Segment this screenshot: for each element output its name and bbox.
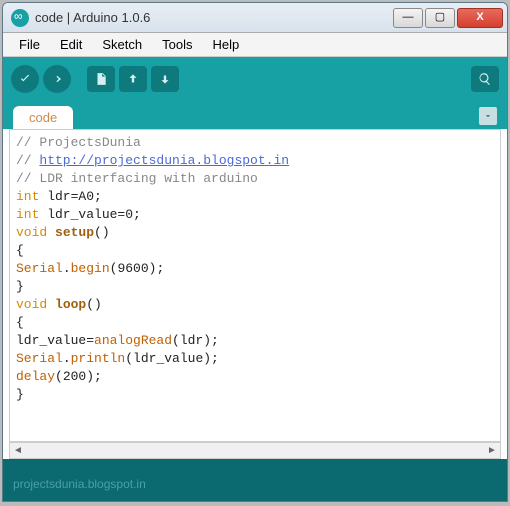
file-icon: [94, 72, 108, 86]
code-text: (ldr_value);: [125, 351, 219, 366]
serial-monitor-button[interactable]: [471, 66, 499, 92]
code-text: (): [94, 225, 110, 240]
class: Serial: [16, 351, 63, 366]
toolbar: [3, 57, 507, 101]
comment: // ProjectsDunia: [16, 135, 141, 150]
arrow-down-icon: [158, 72, 172, 86]
window-title: code | Arduino 1.0.6: [35, 10, 393, 25]
code-text: }: [16, 387, 24, 402]
code-text: ldr_value=0;: [39, 207, 140, 222]
scroll-right-icon[interactable]: ►: [486, 445, 498, 457]
arduino-icon: [11, 9, 29, 27]
code-text: ldr=A0;: [39, 189, 101, 204]
tab-code[interactable]: code: [13, 106, 73, 129]
status-bar: projectsdunia.blogspot.in: [3, 459, 507, 501]
code-text: (): [86, 297, 102, 312]
chevron-down-icon: [483, 111, 493, 121]
minimize-button[interactable]: —: [393, 8, 423, 28]
maximize-button[interactable]: ▢: [425, 8, 455, 28]
save-button[interactable]: [151, 66, 179, 92]
code-text: }: [16, 279, 24, 294]
menubar: File Edit Sketch Tools Help: [3, 33, 507, 57]
search-icon: [478, 72, 492, 86]
code-text: {: [16, 315, 24, 330]
comment-link[interactable]: http://projectsdunia.blogspot.in: [39, 153, 289, 168]
window-controls: — ▢ X: [393, 8, 503, 28]
comment: // http://projectsdunia.blogspot.in: [16, 153, 289, 168]
func-call: delay: [16, 369, 55, 384]
app-window: code | Arduino 1.0.6 — ▢ X File Edit Ske…: [2, 2, 508, 502]
open-button[interactable]: [119, 66, 147, 92]
code-editor[interactable]: // ProjectsDunia // http://projectsdunia…: [10, 130, 500, 440]
menu-tools[interactable]: Tools: [154, 35, 200, 54]
code-text: {: [16, 243, 24, 258]
func: setup: [55, 225, 94, 240]
scroll-left-icon[interactable]: ◄: [12, 445, 24, 457]
code-text: (9600);: [110, 261, 165, 276]
upload-button[interactable]: [43, 65, 71, 93]
titlebar[interactable]: code | Arduino 1.0.6 — ▢ X: [3, 3, 507, 33]
menu-sketch[interactable]: Sketch: [94, 35, 150, 54]
menu-file[interactable]: File: [11, 35, 48, 54]
keyword: int: [16, 189, 39, 204]
arrow-up-icon: [126, 72, 140, 86]
verify-button[interactable]: [11, 65, 39, 93]
code-text: (ldr);: [172, 333, 219, 348]
code-text: (200);: [55, 369, 102, 384]
code-text: ldr_value=: [16, 333, 94, 348]
code-text: .: [63, 351, 71, 366]
method: begin: [71, 261, 110, 276]
keyword: void: [16, 225, 47, 240]
status-text: projectsdunia.blogspot.in: [13, 477, 146, 491]
func: loop: [55, 297, 86, 312]
comment: // LDR interfacing with arduino: [16, 171, 258, 186]
arrow-right-icon: [50, 72, 64, 86]
new-button[interactable]: [87, 66, 115, 92]
menu-edit[interactable]: Edit: [52, 35, 90, 54]
tab-dropdown-button[interactable]: [479, 107, 497, 125]
check-icon: [18, 72, 32, 86]
keyword: int: [16, 207, 39, 222]
code-text: .: [63, 261, 71, 276]
menu-help[interactable]: Help: [204, 35, 247, 54]
func-call: analogRead: [94, 333, 172, 348]
class: Serial: [16, 261, 63, 276]
keyword: void: [16, 297, 47, 312]
horizontal-scrollbar[interactable]: ◄ ►: [9, 442, 501, 459]
method: println: [71, 351, 126, 366]
editor-area[interactable]: // ProjectsDunia // http://projectsdunia…: [9, 129, 501, 442]
tabstrip: code: [3, 101, 507, 129]
close-button[interactable]: X: [457, 8, 503, 28]
